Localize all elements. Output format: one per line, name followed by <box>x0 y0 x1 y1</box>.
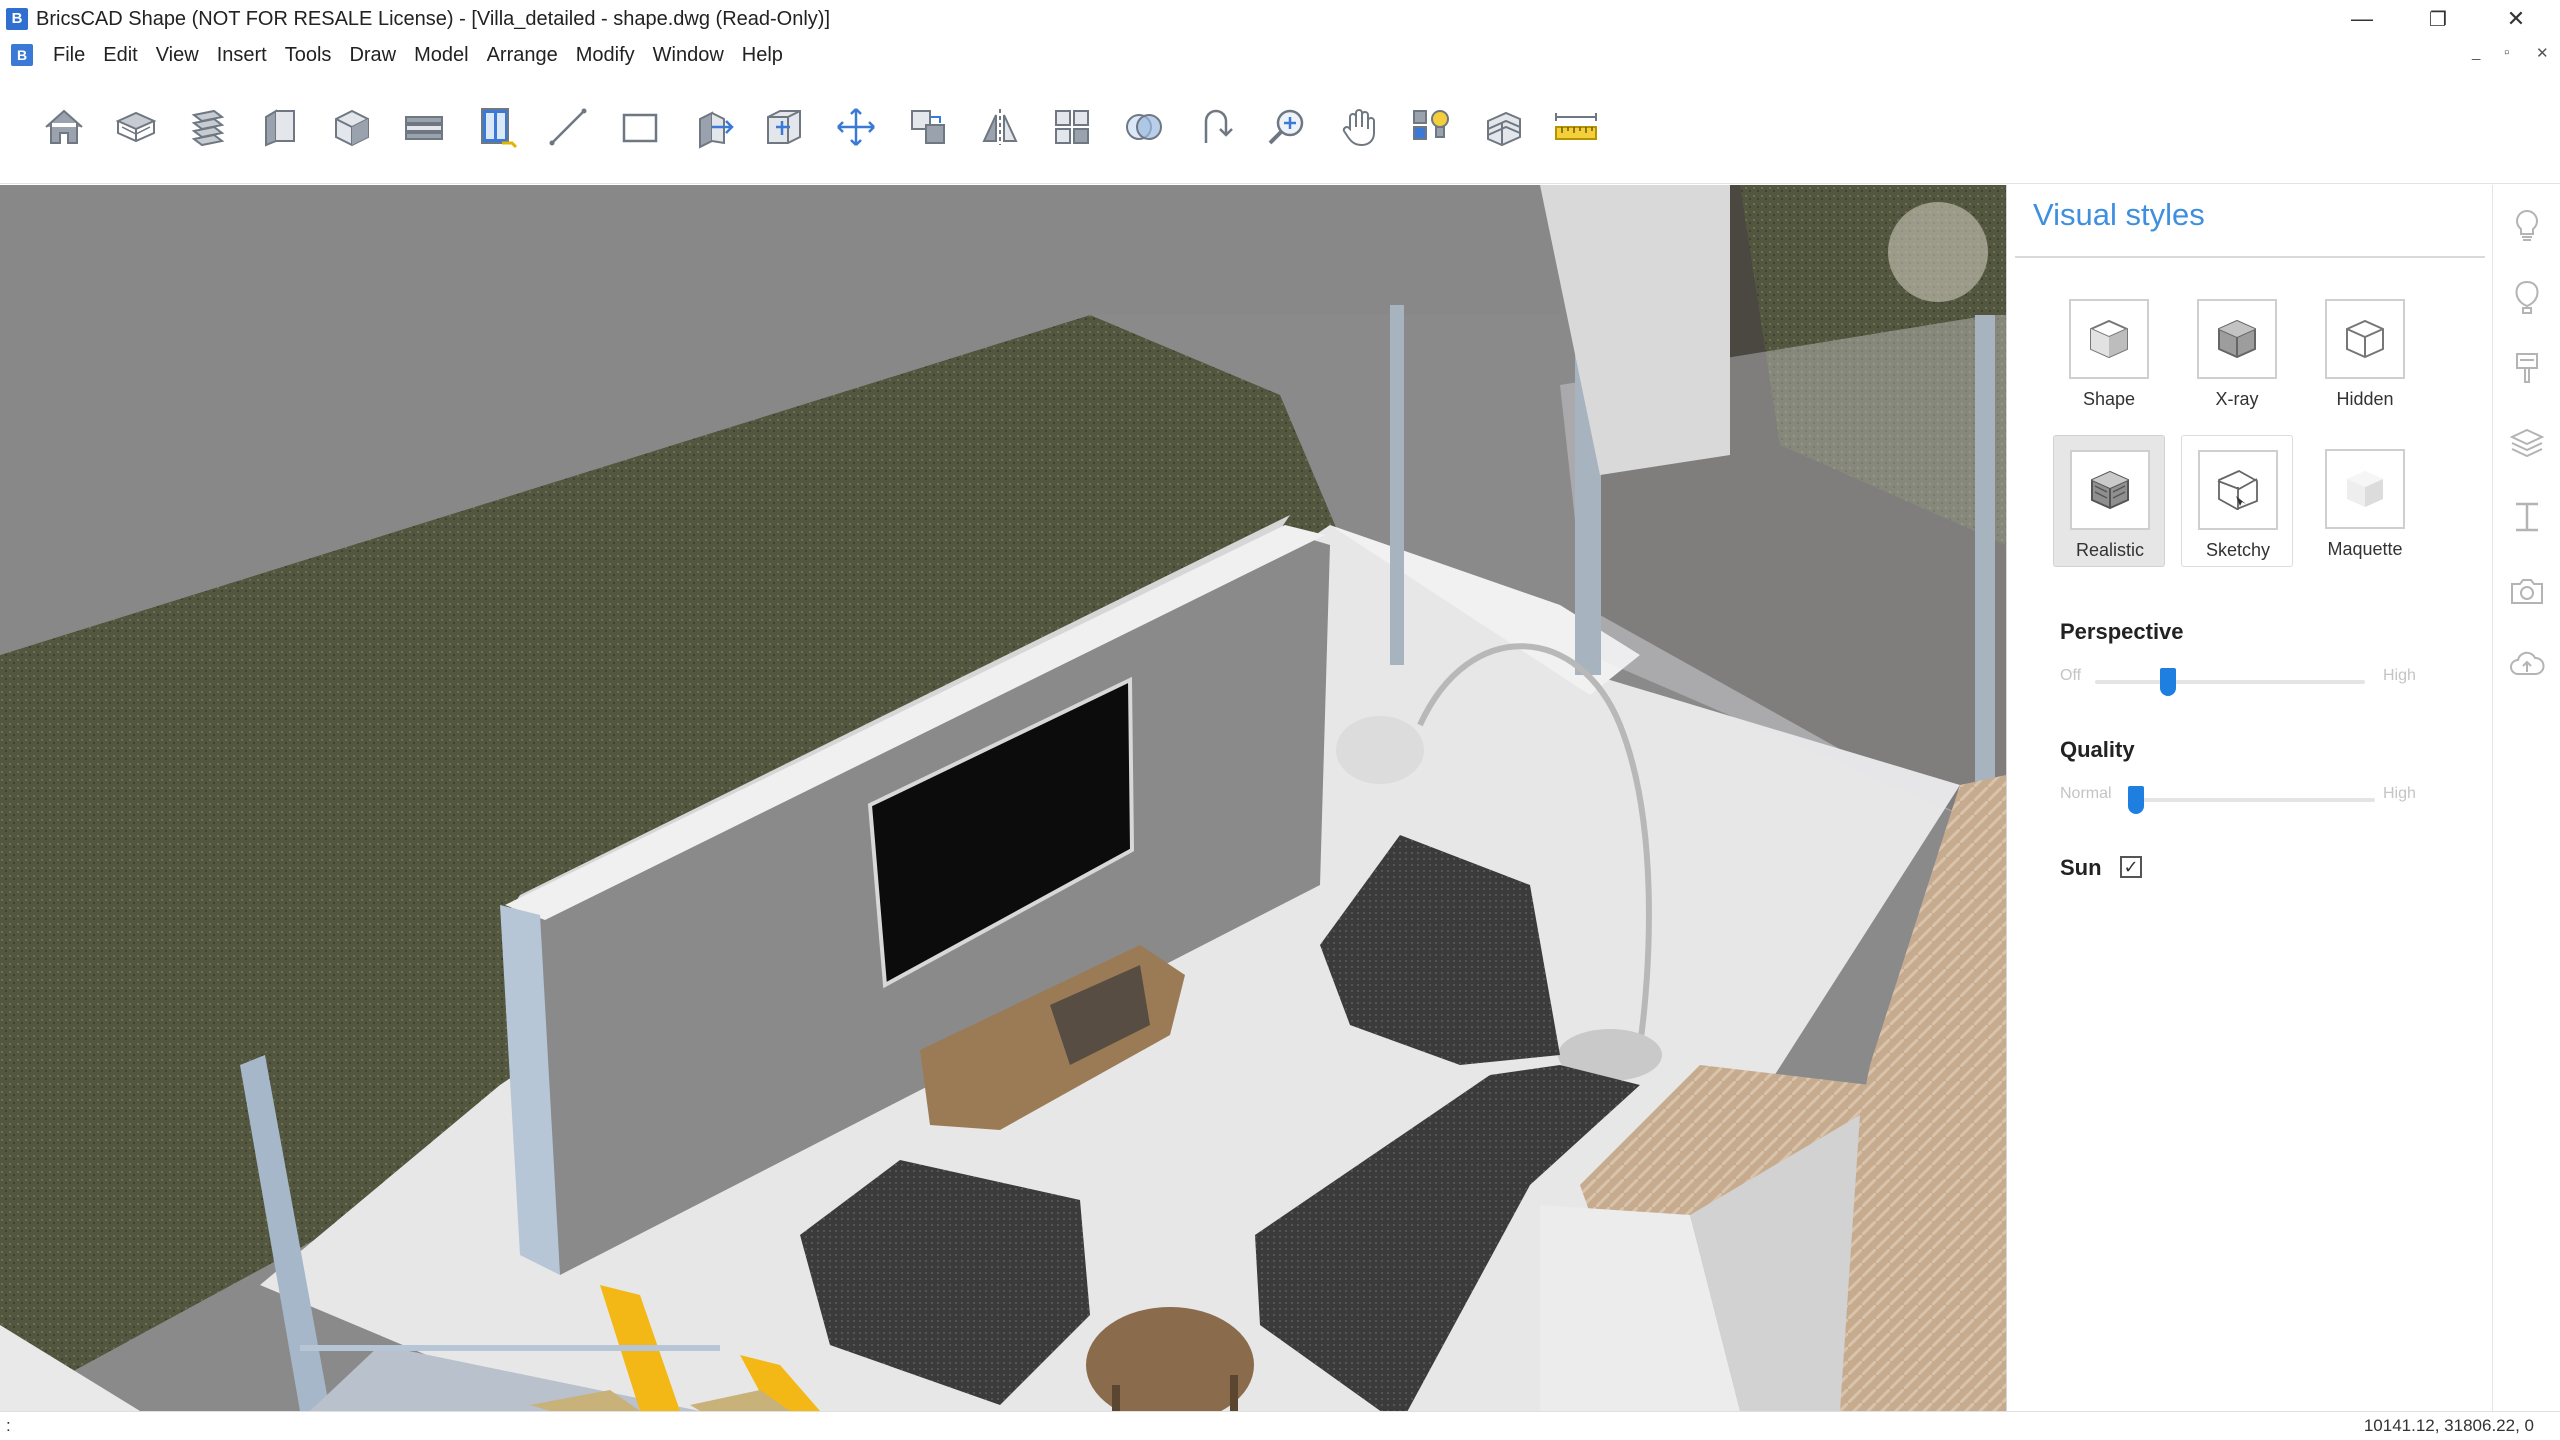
style-label-shape: Shape <box>2082 389 2136 409</box>
quality-min-label: Normal <box>2060 785 2112 802</box>
zoom-icon[interactable] <box>1252 98 1324 156</box>
side-icon-strip <box>2492 185 2560 1411</box>
sketchy-cube-icon <box>2198 450 2278 530</box>
main-toolbar <box>0 74 2560 184</box>
panel-title: Visual styles <box>2033 197 2205 232</box>
section-box-icon[interactable] <box>748 98 820 156</box>
lightbulb-icon[interactable] <box>2505 203 2549 247</box>
perspective-slider-thumb[interactable] <box>2159 668 2176 696</box>
style-label-hidden: Hidden <box>2336 389 2394 409</box>
realistic-cube-icon <box>2070 450 2150 530</box>
shape-cube-icon <box>2069 299 2149 379</box>
doc-restore-button[interactable]: ▫ <box>2504 44 2509 61</box>
style-label-sketchy: Sketchy <box>2205 540 2271 560</box>
style-label-maquette: Maquette <box>2327 539 2403 559</box>
style-option-shape[interactable]: Shape <box>2053 285 2165 417</box>
menu-file[interactable]: File <box>44 44 94 67</box>
minimize-window-button[interactable]: — <box>2326 0 2398 38</box>
command-prompt[interactable]: : <box>6 1416 11 1436</box>
layer-section-icon[interactable] <box>1468 98 1540 156</box>
quality-slider-track[interactable] <box>2131 798 2375 802</box>
app-logo-icon[interactable]: B <box>6 8 28 30</box>
quality-label: Quality <box>2060 737 2135 762</box>
close-window-button[interactable]: ✕ <box>2480 0 2552 38</box>
style-option-maquette[interactable]: Maquette <box>2309 435 2421 567</box>
layers-icon[interactable] <box>2505 421 2549 465</box>
pan-icon[interactable] <box>1324 98 1396 156</box>
rendered-villa-scene <box>0 185 2006 1411</box>
perspective-slider-track[interactable] <box>2095 680 2365 684</box>
menu-window[interactable]: Window <box>644 44 733 67</box>
lighting-icon[interactable] <box>1396 98 1468 156</box>
style-label-xray: X-ray <box>2215 389 2259 409</box>
status-bar: : 10141.12, 31806.22, 0 <box>0 1411 2560 1440</box>
doc-minimize-button[interactable]: _ <box>2472 44 2480 61</box>
line-icon[interactable] <box>532 98 604 156</box>
camera-icon[interactable] <box>2505 569 2549 613</box>
maquette-cube-icon <box>2325 449 2405 529</box>
rotate-icon[interactable] <box>1180 98 1252 156</box>
style-label-realistic: Realistic <box>2075 540 2145 560</box>
menu-tools[interactable]: Tools <box>276 44 341 67</box>
window-title: BricsCAD Shape (NOT FOR RESALE License) … <box>36 8 831 30</box>
menu-help[interactable]: Help <box>733 44 792 67</box>
window-library-icon[interactable] <box>460 98 532 156</box>
copy-icon[interactable] <box>892 98 964 156</box>
floor-slab-icon[interactable] <box>100 98 172 156</box>
title-bar: B BricsCAD Shape (NOT FOR RESALE License… <box>0 0 2560 38</box>
mirror-icon[interactable] <box>964 98 1036 156</box>
visual-styles-panel: Visual styles Shape X-ray Hidden Realist… <box>2006 185 2492 1411</box>
sun-checkbox[interactable]: ✓ <box>2120 856 2142 878</box>
restore-window-button[interactable]: ❐ <box>2402 0 2474 38</box>
doc-close-button[interactable]: ✕ <box>2536 44 2549 62</box>
push-pull-icon[interactable] <box>676 98 748 156</box>
home-icon[interactable] <box>28 98 100 156</box>
menu-draw[interactable]: Draw <box>340 44 405 67</box>
style-option-sketchy[interactable]: Sketchy <box>2181 435 2293 567</box>
wall-icon[interactable] <box>244 98 316 156</box>
move-icon[interactable] <box>820 98 892 156</box>
style-option-hidden[interactable]: Hidden <box>2309 285 2421 417</box>
menu-arrange[interactable]: Arrange <box>478 44 567 67</box>
quality-max-label: High <box>2383 785 2416 802</box>
menu-insert[interactable]: Insert <box>208 44 276 67</box>
stair-icon[interactable] <box>172 98 244 156</box>
quality-slider-thumb[interactable] <box>2127 786 2144 814</box>
perspective-label: Perspective <box>2060 619 2184 644</box>
cursor-coordinates: 10141.12, 31806.22, 0 <box>2363 1416 2534 1435</box>
array-icon[interactable] <box>1036 98 1108 156</box>
hidden-cube-icon <box>2325 299 2405 379</box>
sun-label: Sun <box>2060 855 2102 880</box>
menu-modify[interactable]: Modify <box>567 44 644 67</box>
menu-model[interactable]: Model <box>405 44 477 67</box>
measure-tape-icon[interactable] <box>1540 98 1612 156</box>
balloon-icon[interactable] <box>2505 275 2549 319</box>
style-option-realistic[interactable]: Realistic <box>2053 435 2165 567</box>
document-menu-icon[interactable]: B <box>11 44 33 66</box>
menu-view[interactable]: View <box>147 44 208 67</box>
dimension-icon[interactable] <box>2505 495 2549 539</box>
solid-boolean-icon[interactable] <box>1108 98 1180 156</box>
perspective-max-label: High <box>2383 667 2416 684</box>
menu-edit[interactable]: Edit <box>94 44 146 67</box>
xray-cube-icon <box>2197 299 2277 379</box>
style-option-xray[interactable]: X-ray <box>2181 285 2293 417</box>
panel-divider <box>2015 256 2485 258</box>
box-icon[interactable] <box>316 98 388 156</box>
menu-bar: B File Edit View Insert Tools Draw Model… <box>0 38 2560 74</box>
paint-brush-icon[interactable] <box>2505 347 2549 391</box>
model-viewport[interactable] <box>0 185 2006 1411</box>
cloud-upload-icon[interactable] <box>2505 643 2549 687</box>
beam-icon[interactable] <box>388 98 460 156</box>
perspective-min-label: Off <box>2060 667 2082 684</box>
rectangle-icon[interactable] <box>604 98 676 156</box>
